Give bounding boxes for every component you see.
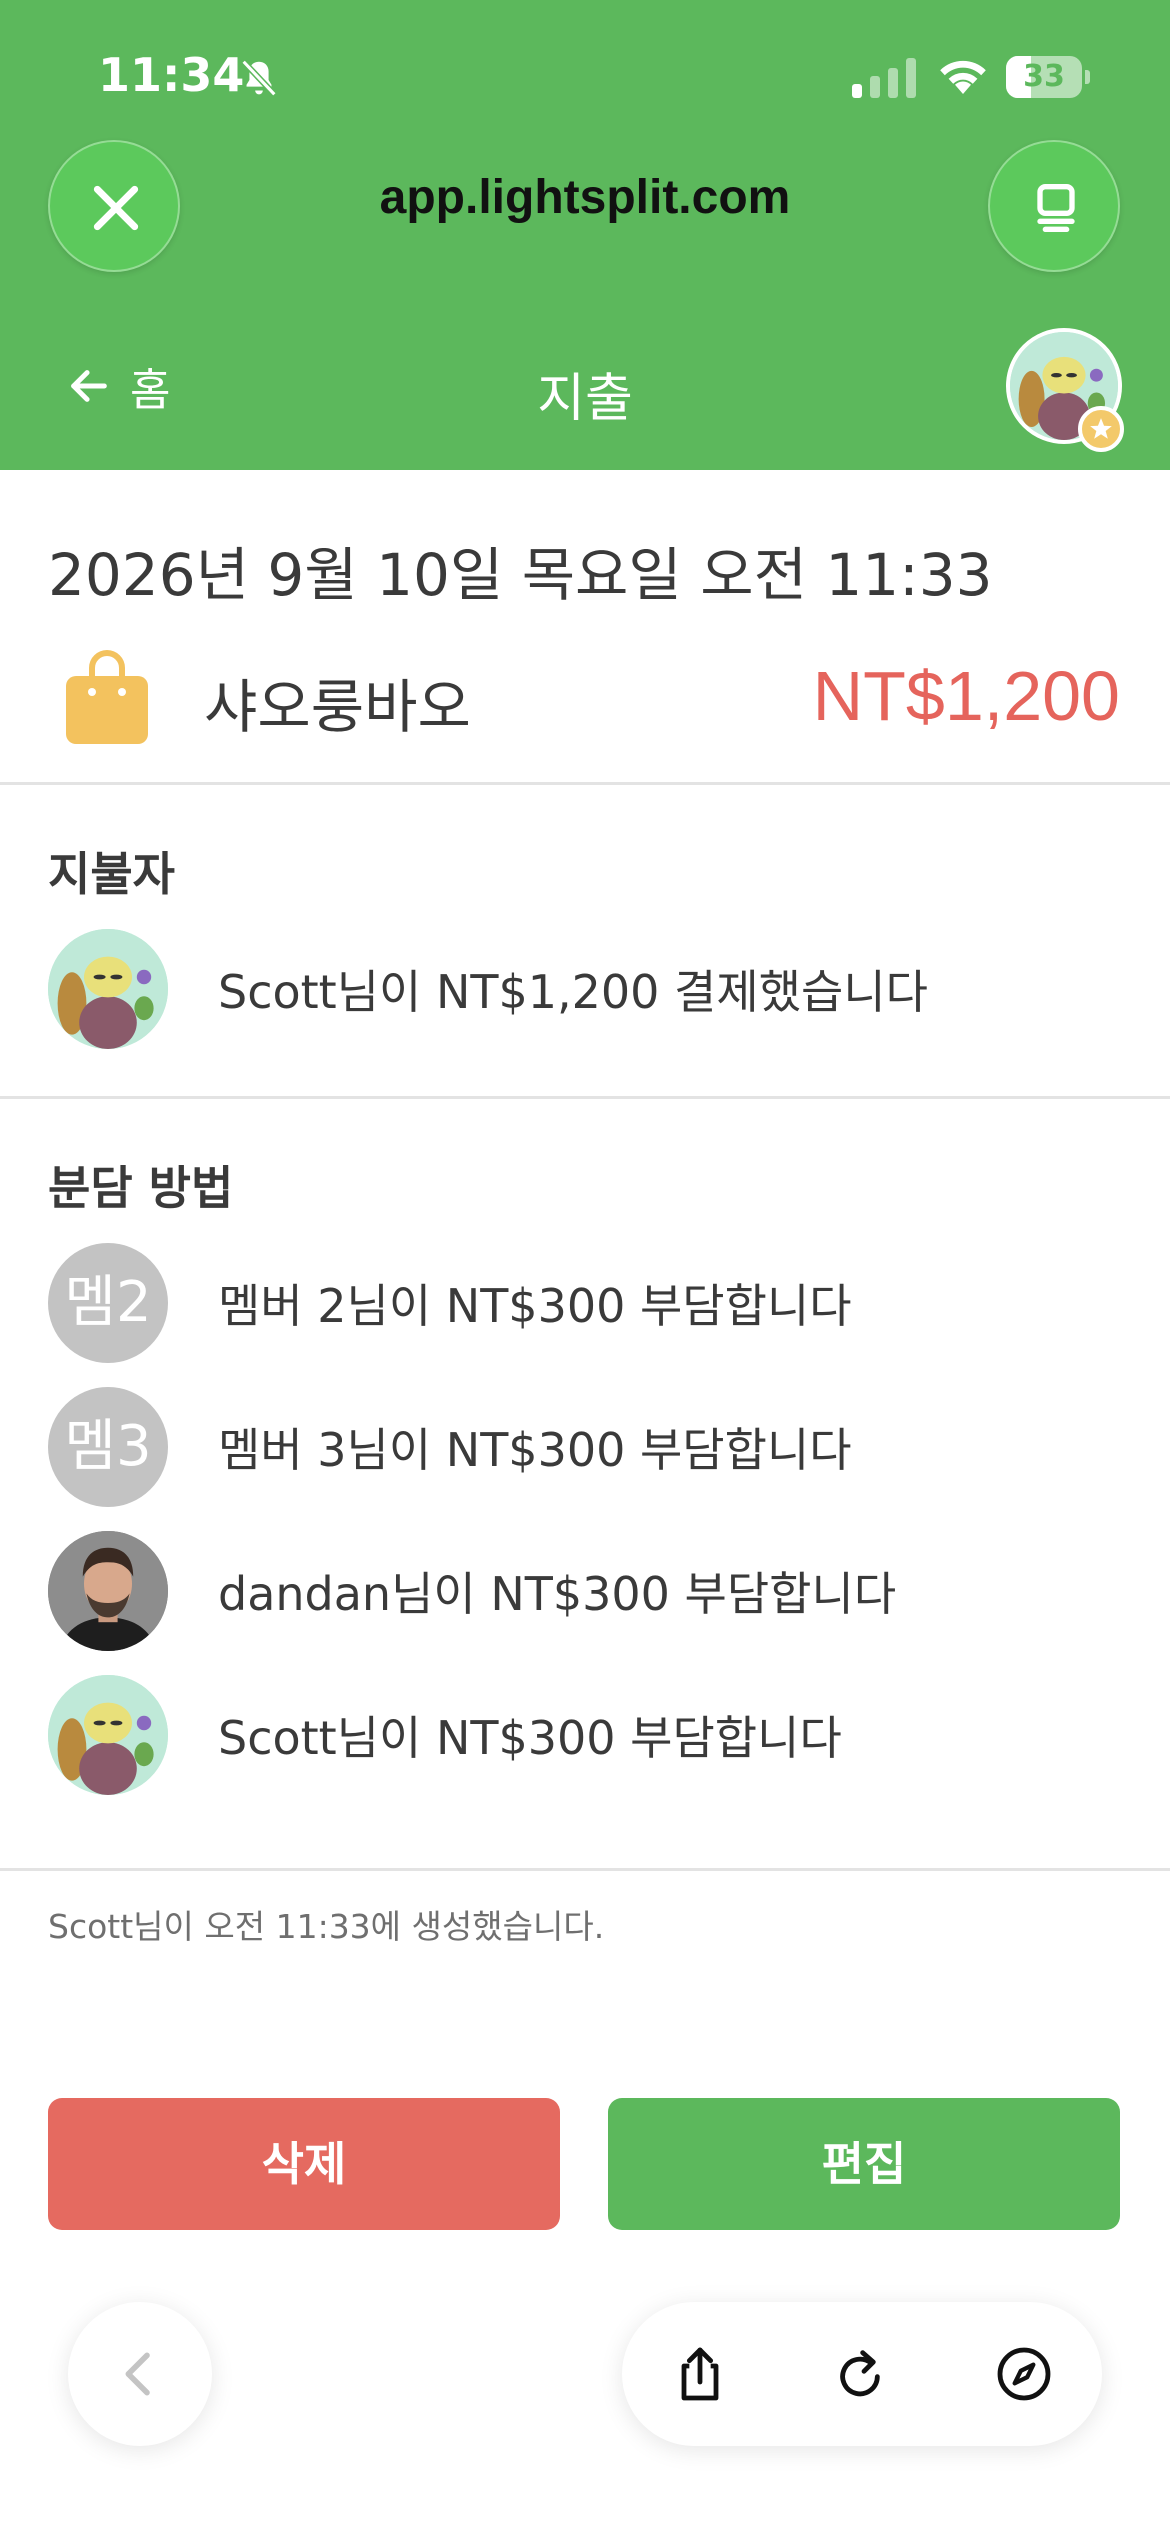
divider: [0, 1096, 1170, 1099]
payer-text: Scott님이 NT$1,200 결제했습니다: [218, 965, 928, 1019]
creature-avatar-image: [48, 929, 168, 1049]
split-section-title: 분담 방법: [48, 1161, 234, 1215]
edit-button[interactable]: 편집: [608, 2098, 1120, 2230]
arrow-left-icon: [71, 370, 107, 402]
expense-date: 2026년 9월 10일 목요일 오전 11:33: [48, 541, 993, 609]
delete-button[interactable]: 삭제: [48, 2098, 560, 2230]
creature-avatar-image: [48, 1675, 168, 1795]
split-row: 멤2 멤버 2님이 NT$300 부담합니다: [48, 1242, 1128, 1364]
tabs-button[interactable]: [988, 140, 1120, 272]
status-bar: 11:34 33: [0, 0, 1170, 150]
url-display[interactable]: app.lightsplit.com: [220, 170, 950, 225]
avatar: [48, 929, 168, 1049]
cellular-signal-icon: [852, 58, 916, 98]
header: 11:34 33 app.lightsplit.com 홈 지출: [0, 0, 1170, 470]
back-home-label: 홈: [130, 365, 171, 416]
browser-toolbar: [622, 2302, 1102, 2446]
status-time: 11:34: [98, 48, 245, 102]
browser-back-button[interactable]: [68, 2302, 212, 2446]
expense-amount: NT$1,200: [812, 657, 1120, 735]
split-row: 멤3 멤버 3님이 NT$300 부담합니다: [48, 1386, 1128, 1508]
avatar: 멤3: [48, 1387, 168, 1507]
avatar: [48, 1531, 168, 1651]
chevron-left-icon: [125, 2352, 150, 2396]
split-text: 멤버 3님이 NT$300 부담합니다: [218, 1423, 852, 1477]
avatar: 멤2: [48, 1243, 168, 1363]
close-icon: [93, 185, 139, 231]
split-row: dandan님이 NT$300 부담합니다: [48, 1530, 1128, 1652]
app-nav-bar: 홈 지출: [0, 320, 1170, 452]
close-browser-button[interactable]: [48, 140, 180, 272]
avatar: [48, 1675, 168, 1795]
payer-section-title: 지불자: [48, 847, 175, 901]
star-badge-icon: [1078, 406, 1124, 452]
person-avatar-image: [48, 1531, 168, 1651]
tabs-icon: [1037, 184, 1075, 232]
battery-indicator: 33: [1006, 56, 1090, 98]
expense-name: 샤오룽바오: [204, 673, 471, 741]
battery-percent: 33: [1023, 59, 1065, 94]
split-text: Scott님이 NT$300 부담합니다: [218, 1711, 842, 1765]
silent-bell-icon: [241, 59, 277, 97]
created-note: Scott님이 오전 11:33에 생성했습니다.: [48, 1907, 605, 1946]
share-icon[interactable]: [668, 2342, 732, 2406]
divider: [0, 1868, 1170, 1871]
compass-icon[interactable]: [992, 2342, 1056, 2406]
split-text: dandan님이 NT$300 부담합니다: [218, 1567, 897, 1621]
payer-row: Scott님이 NT$1,200 결제했습니다: [48, 928, 1128, 1050]
page-title: 지출: [537, 369, 633, 429]
browser-bar: app.lightsplit.com: [0, 140, 1170, 272]
reload-icon[interactable]: [828, 2342, 892, 2406]
split-row: Scott님이 NT$300 부담합니다: [48, 1674, 1128, 1796]
wifi-icon: [940, 60, 986, 94]
split-text: 멤버 2님이 NT$300 부담합니다: [218, 1279, 852, 1333]
shopping-bag-icon: [66, 650, 148, 744]
back-home-button[interactable]: 홈: [66, 356, 170, 416]
divider: [0, 782, 1170, 785]
